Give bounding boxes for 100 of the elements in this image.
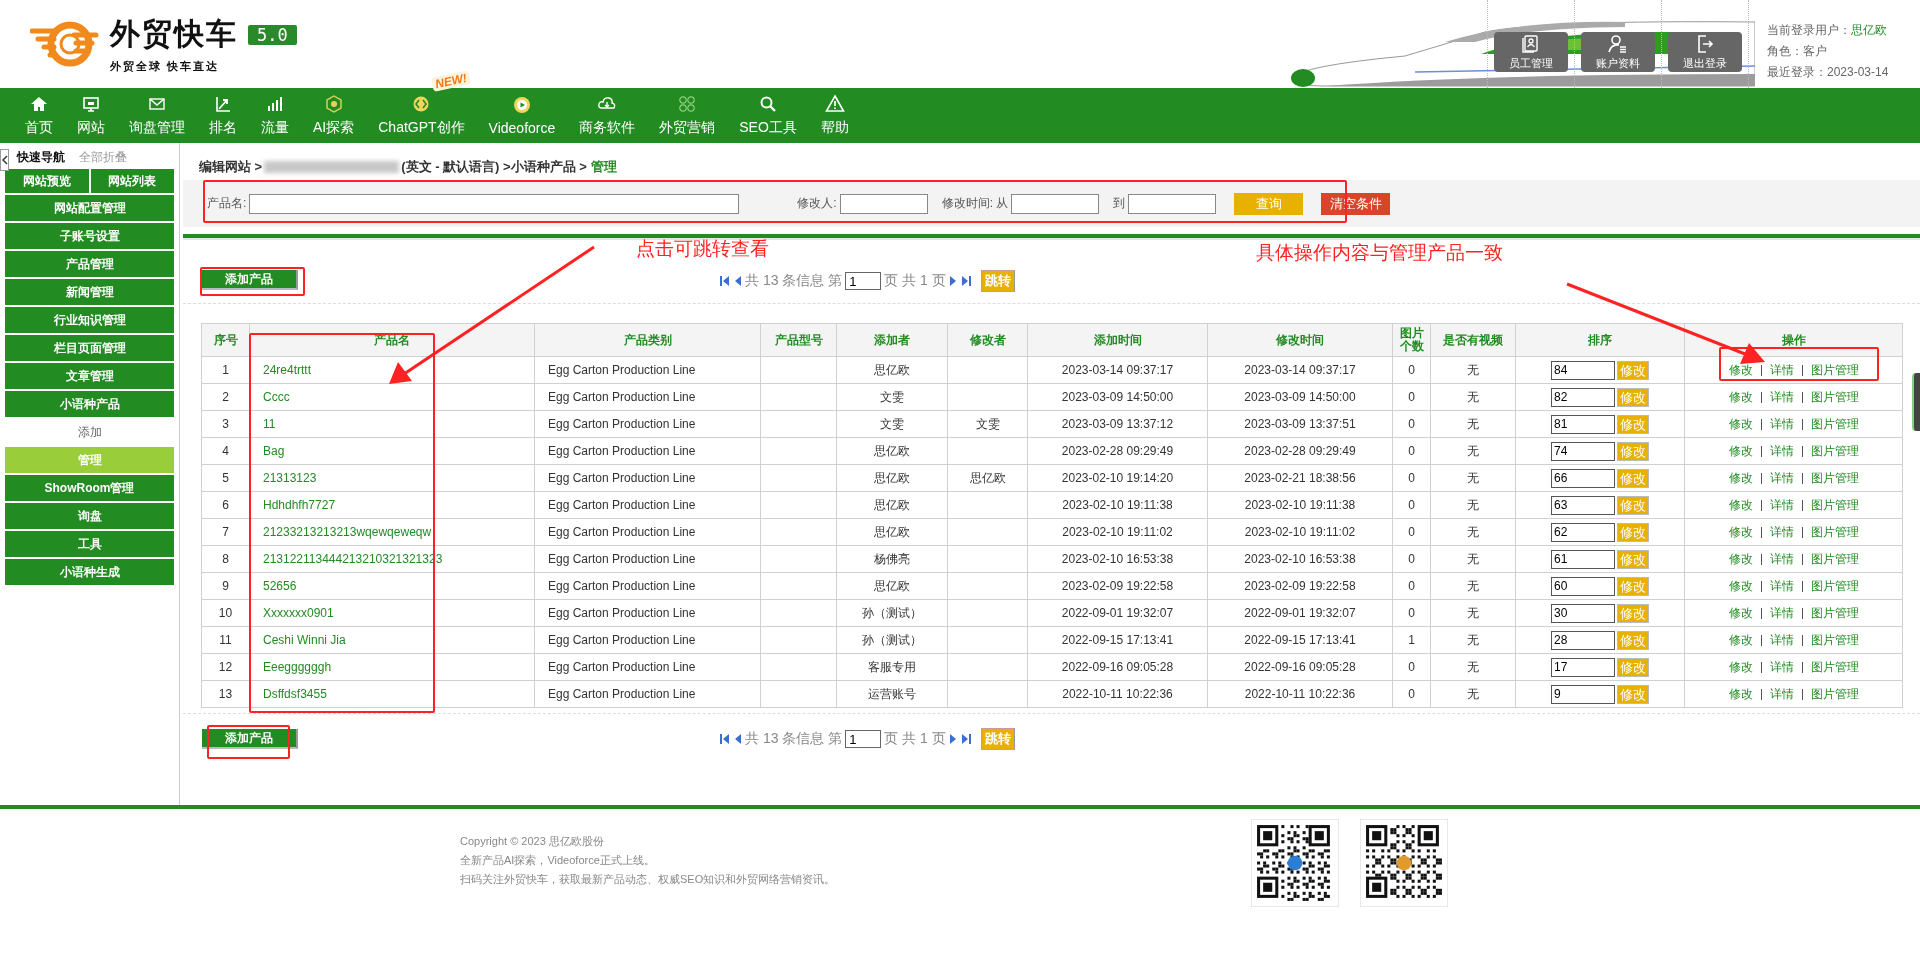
action-link[interactable]: 详情 [1769,685,1794,703]
sidebar-tab[interactable]: 全部折叠 [79,148,127,166]
product-link[interactable]: Dsffdsf3455 [249,680,535,708]
last-page-icon[interactable] [959,733,972,745]
action-link[interactable]: 图片管理 [1810,442,1859,460]
action-link[interactable]: 图片管理 [1810,577,1859,595]
action-link[interactable]: 修改 [1728,631,1753,649]
input-field[interactable] [839,193,928,214]
product-link[interactable]: Ceshi Winni Jia [249,626,535,654]
action-link[interactable]: 详情 [1769,496,1794,514]
sort-input[interactable]: 63 [1551,495,1615,515]
action-link[interactable]: 图片管理 [1810,388,1859,406]
action-link[interactable]: 详情 [1769,442,1794,460]
action-link[interactable]: 详情 [1769,577,1794,595]
page-input[interactable]: 1 [845,272,882,290]
input-field[interactable] [249,193,740,214]
input-field[interactable] [1011,193,1100,214]
action-link[interactable]: 图片管理 [1810,415,1859,433]
sort-input[interactable]: 84 [1551,360,1615,380]
action-link[interactable]: 图片管理 [1810,604,1859,622]
action-link[interactable]: 图片管理 [1810,361,1859,379]
nav-item[interactable]: 流量 [249,88,301,143]
sidebar-item[interactable]: 工具 [5,531,174,557]
sidebar-item[interactable]: 栏目页面管理 [5,335,174,361]
sidebar-item[interactable]: 产品管理 [5,251,174,277]
action-link[interactable]: 修改 [1728,577,1753,595]
sort-input[interactable]: 61 [1551,549,1615,569]
action-link[interactable]: 详情 [1769,604,1794,622]
product-link[interactable]: 52656 [249,572,535,600]
sidebar-item[interactable]: ShowRoom管理 [5,475,174,501]
sort-input[interactable]: 9 [1551,684,1615,704]
page-input[interactable]: 1 [845,730,882,748]
sort-input[interactable]: 62 [1551,522,1615,542]
action-link[interactable]: 详情 [1769,469,1794,487]
action-link[interactable]: 修改 [1728,442,1753,460]
product-link[interactable]: 21313123 [249,464,535,492]
sidebar-item[interactable]: 新闻管理 [5,279,174,305]
nav-item[interactable]: 商务软件 [567,88,648,143]
nav-item[interactable]: 外贸营销 [647,88,728,143]
quick-link-button[interactable]: 网站预览 [5,169,89,193]
product-link[interactable]: Xxxxxxx0901 [249,599,535,627]
sort-input[interactable]: 17 [1551,657,1615,677]
sidebar-item[interactable]: 子账号设置 [5,223,174,249]
sidebar-item[interactable]: 小语种生成 [5,559,174,585]
action-link[interactable]: 修改 [1728,361,1753,379]
sort-input[interactable]: 66 [1551,468,1615,488]
action-link[interactable]: 图片管理 [1810,631,1859,649]
action-link[interactable]: 修改 [1728,550,1753,568]
action-link[interactable]: 详情 [1769,388,1794,406]
action-link[interactable]: 修改 [1728,388,1753,406]
product-link[interactable]: Cccc [249,383,535,411]
sort-input[interactable]: 60 [1551,576,1615,596]
nav-item[interactable]: 网站 [65,88,117,143]
nav-item[interactable]: 帮助 [808,88,861,143]
first-page-icon[interactable] [719,733,731,745]
action-link[interactable]: 图片管理 [1810,496,1859,514]
action-link[interactable]: 详情 [1769,415,1794,433]
product-link[interactable]: Hdhdhfh7727 [249,491,535,519]
add-product-button[interactable]: 添加产品 [202,270,298,290]
action-link[interactable]: 详情 [1769,523,1794,541]
action-link[interactable]: 详情 [1769,550,1794,568]
action-link[interactable]: 修改 [1728,604,1753,622]
product-link[interactable]: 21233213213213wqewqeweqw [249,518,535,546]
nav-item[interactable]: Videoforce [476,88,568,143]
prev-page-icon[interactable] [734,733,742,745]
nav-item[interactable]: 询盘管理 [117,88,197,143]
action-link[interactable]: 详情 [1769,361,1794,379]
action-link[interactable]: 图片管理 [1810,550,1859,568]
action-link[interactable]: 修改 [1728,469,1753,487]
side-handle[interactable] [1912,373,1920,431]
first-page-icon[interactable] [719,275,731,287]
sidebar-item[interactable]: 文章管理 [5,363,174,389]
user-name[interactable]: 思亿欧 [1851,23,1887,37]
next-page-icon[interactable] [948,275,957,287]
sidebar-item[interactable]: 询盘 [5,503,174,529]
action-link[interactable]: 修改 [1728,658,1753,676]
nav-item[interactable]: 首页 [13,88,65,143]
last-page-icon[interactable] [959,275,972,287]
collapse-handle[interactable] [0,149,9,171]
sort-input[interactable]: 82 [1551,387,1615,407]
sidebar-tab[interactable]: 快速导航 [17,148,65,166]
sort-input[interactable]: 74 [1551,441,1615,461]
input-field[interactable] [1128,193,1217,214]
action-link[interactable]: 详情 [1769,631,1794,649]
next-page-icon[interactable] [948,733,957,745]
sidebar-item[interactable]: 小语种产品 [5,391,174,417]
quick-link-button[interactable]: 网站列表 [90,169,174,193]
sidebar-item[interactable]: 行业知识管理 [5,307,174,333]
toolbar-button[interactable]: 员工管理 [1494,32,1568,72]
action-link[interactable]: 详情 [1769,658,1794,676]
action-link[interactable]: 修改 [1728,415,1753,433]
toolbar-button[interactable]: 账户资料 [1581,32,1655,72]
action-link[interactable]: 图片管理 [1810,658,1859,676]
sort-input[interactable]: 28 [1551,630,1615,650]
action-link[interactable]: 修改 [1728,496,1753,514]
sidebar-item[interactable]: 网站配置管理 [5,195,174,221]
add-product-button[interactable]: 添加产品 [202,729,298,749]
product-link[interactable]: Bag [249,437,535,465]
nav-item[interactable]: SEO工具 [727,88,809,143]
nav-item[interactable]: 排名 [197,88,249,143]
